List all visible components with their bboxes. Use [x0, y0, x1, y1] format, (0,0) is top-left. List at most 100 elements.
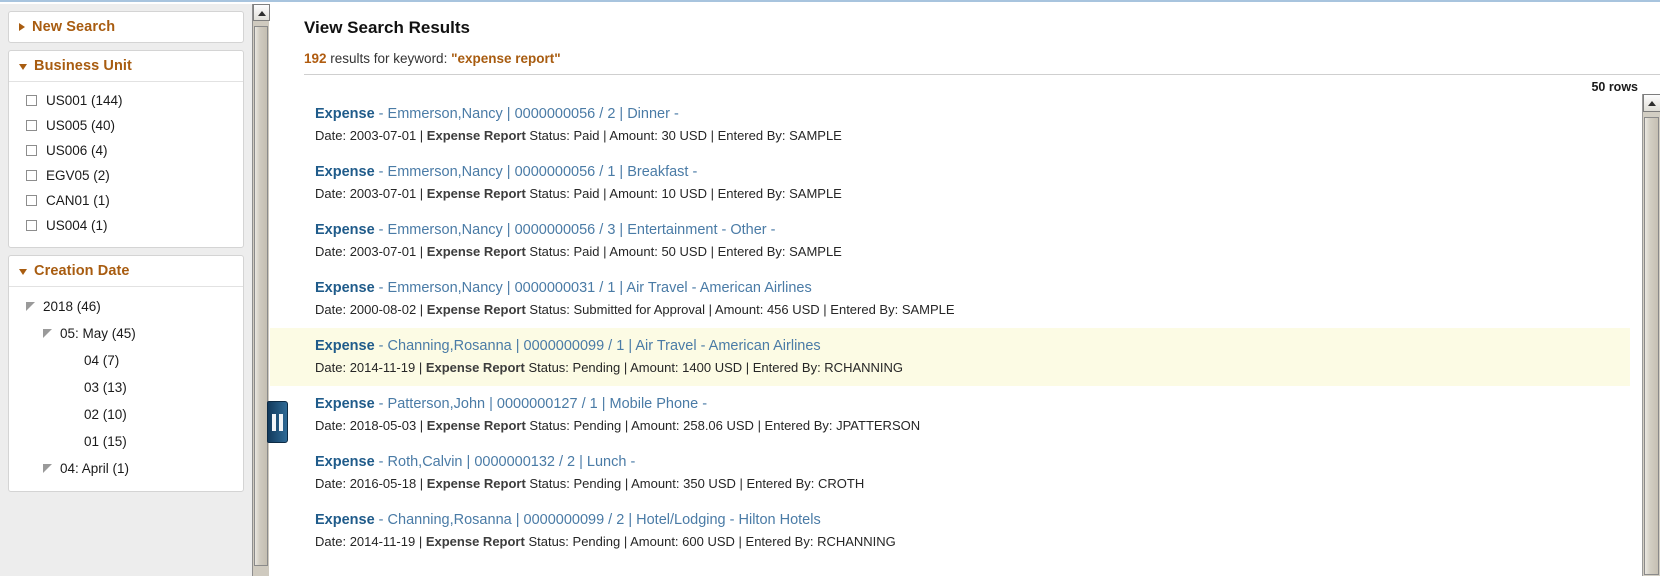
result-type-label: Expense [315, 222, 375, 238]
search-results-page: New Search Business Unit US001 (144) US00… [0, 0, 1660, 576]
tree-expand-arrow-icon[interactable] [43, 329, 52, 338]
sidebar-scroll-up-button[interactable] [253, 4, 270, 21]
result-meta: Date: 2016-05-18 | Expense Report Status… [315, 476, 865, 491]
checkbox-icon[interactable] [26, 220, 37, 231]
creation-date-node[interactable]: 04 (7) [9, 347, 243, 374]
results-panel: View Search Results 192 results for keyw… [270, 4, 1660, 576]
result-date-value: 2000-08-02 [349, 302, 417, 317]
checkbox-icon[interactable] [26, 195, 37, 206]
result-type-label: Expense [315, 106, 375, 122]
result-amount-value: 10 USD [661, 186, 707, 201]
checkbox-icon[interactable] [26, 170, 37, 181]
result-status-label: Status: [525, 244, 574, 259]
business-unit-option[interactable]: US001 (144) [9, 88, 243, 113]
result-date-value: 2003-07-01 [349, 186, 417, 201]
creation-date-node[interactable]: 05: May (45) [9, 320, 243, 347]
tree-expand-arrow-icon[interactable] [43, 464, 52, 473]
result-title-link[interactable]: Expense - Channing,Rosanna | 0000000099 … [315, 336, 1630, 357]
result-title-link[interactable]: Expense - Emmerson,Nancy | 0000000056 / … [315, 220, 1630, 241]
result-title-link[interactable]: Expense - Channing,Rosanna | 0000000099 … [315, 510, 1630, 531]
results-scrollbar[interactable] [1642, 94, 1660, 576]
result-status-label: Status: [524, 360, 573, 375]
result-type-label: Expense [315, 280, 375, 296]
result-doc-type: Expense Report [426, 476, 526, 491]
new-search-header[interactable]: New Search [9, 12, 243, 42]
result-amount-value: 600 USD [682, 534, 735, 549]
creation-date-node-label: 03 (13) [84, 380, 127, 395]
business-unit-option[interactable]: US005 (40) [9, 113, 243, 138]
results-scroll-thumb[interactable] [1644, 117, 1659, 575]
creation-date-header[interactable]: Creation Date [9, 256, 243, 287]
result-meta: Date: 2018-05-03 | Expense Report Status… [315, 418, 921, 433]
result-summary: 192 results for keyword: "expense report… [304, 51, 561, 66]
results-scroll-up-button[interactable] [1643, 94, 1660, 112]
result-doc-type: Expense Report [426, 186, 526, 201]
result-entered-value: RCHANNING [824, 360, 904, 375]
result-entered-value: CROTH [818, 476, 865, 491]
result-entered-label: | Entered By: [753, 418, 837, 433]
pause-bars-icon [272, 413, 276, 431]
result-entered-label: | Entered By: [706, 186, 790, 201]
result-status-value: Paid [573, 128, 600, 143]
result-row[interactable]: Expense - Patterson,John | 0000000127 / … [270, 386, 1630, 444]
business-unit-option-label: US005 (40) [46, 118, 116, 133]
business-unit-option[interactable]: US006 (4) [9, 138, 243, 163]
result-entered-value: SAMPLE [789, 244, 842, 259]
result-title-link[interactable]: Expense - Emmerson,Nancy | 0000000031 / … [315, 278, 1630, 299]
sidebar-collapse-handle[interactable] [267, 401, 288, 443]
sidebar-scroll-thumb[interactable] [254, 26, 268, 566]
result-date-value: 2003-07-01 [349, 244, 417, 259]
result-date-label: Date: [315, 302, 350, 317]
triangle-down-icon [19, 269, 27, 275]
result-amount-label: | Amount: [599, 244, 662, 259]
creation-date-node[interactable]: 03 (13) [9, 374, 243, 401]
result-row[interactable]: Expense - Emmerson,Nancy | 0000000056 / … [270, 154, 1630, 212]
result-amount-value: 258.06 USD [683, 418, 754, 433]
result-title-link[interactable]: Expense - Patterson,John | 0000000127 / … [315, 394, 1630, 415]
scroll-up-arrow-icon [1648, 101, 1656, 106]
summary-divider [304, 74, 1660, 75]
sidebar-scrollbar[interactable] [252, 4, 270, 576]
result-title-link[interactable]: Expense - Roth,Calvin | 0000000132 / 2 |… [315, 452, 1630, 473]
tree-expand-arrow-icon[interactable] [26, 302, 35, 311]
checkbox-icon[interactable] [26, 120, 37, 131]
result-row[interactable]: Expense - Emmerson,Nancy | 0000000056 / … [270, 96, 1630, 154]
result-amount-value: 350 USD [683, 476, 736, 491]
result-title-detail: - Roth,Calvin | 0000000132 / 2 | Lunch - [374, 454, 636, 470]
result-title-detail: - Patterson,John | 0000000127 / 1 | Mobi… [374, 396, 708, 412]
result-title-link[interactable]: Expense - Emmerson,Nancy | 0000000056 / … [315, 162, 1630, 183]
result-doc-type: Expense Report [425, 360, 525, 375]
result-amount-label: | Amount: [620, 534, 683, 549]
creation-date-node[interactable]: 01 (15) [9, 428, 243, 455]
result-entered-label: | Entered By: [706, 128, 790, 143]
triangle-right-icon [19, 23, 25, 31]
creation-date-node[interactable]: 04: April (1) [9, 455, 243, 482]
result-row[interactable]: Expense - Channing,Rosanna | 0000000099 … [270, 328, 1630, 386]
result-summary-middle: results for keyword: [326, 51, 452, 66]
checkbox-icon[interactable] [26, 145, 37, 156]
result-meta: Date: 2014-11-19 | Expense Report Status… [315, 360, 904, 375]
result-amount-value: 1400 USD [682, 360, 743, 375]
result-entered-value: RCHANNING [817, 534, 896, 549]
new-search-panel[interactable]: New Search [8, 11, 244, 43]
result-row[interactable]: Expense - Channing,Rosanna | 0000000099 … [270, 502, 1630, 560]
business-unit-option[interactable]: EGV05 (2) [9, 163, 243, 188]
business-unit-option-label: US006 (4) [46, 143, 108, 158]
result-status-value: Pending [573, 418, 622, 433]
result-status-label: Status: [525, 418, 574, 433]
creation-date-node-label: 05: May (45) [60, 326, 136, 341]
business-unit-option[interactable]: CAN01 (1) [9, 188, 243, 213]
result-amount-label: | Amount: [620, 360, 683, 375]
creation-date-node-label: 04 (7) [84, 353, 120, 368]
result-row[interactable]: Expense - Roth,Calvin | 0000000132 / 2 |… [270, 444, 1630, 502]
result-count: 192 [304, 51, 327, 66]
creation-date-node[interactable]: 2018 (46) [9, 293, 243, 320]
result-title-link[interactable]: Expense - Emmerson,Nancy | 0000000056 / … [315, 104, 1630, 125]
result-row[interactable]: Expense - Emmerson,Nancy | 0000000031 / … [270, 270, 1630, 328]
creation-date-node[interactable]: 02 (10) [9, 401, 243, 428]
result-row[interactable]: Expense - Emmerson,Nancy | 0000000056 / … [270, 212, 1630, 270]
checkbox-icon[interactable] [26, 95, 37, 106]
business-unit-option[interactable]: US004 (1) [9, 213, 243, 238]
business-unit-header[interactable]: Business Unit [9, 51, 243, 82]
result-amount-value: 30 USD [661, 128, 707, 143]
